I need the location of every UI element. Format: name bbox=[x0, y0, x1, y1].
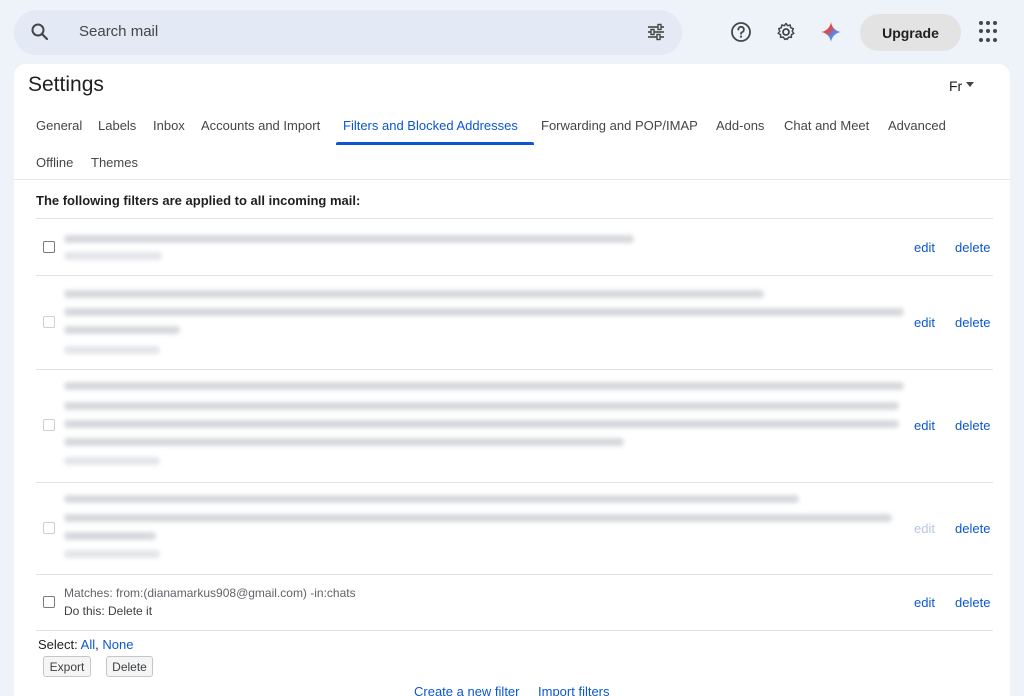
blurred-filter-criteria bbox=[64, 326, 180, 334]
tab-forwarding-and-pop-imap[interactable]: Forwarding and POP/IMAP bbox=[541, 118, 698, 133]
row-divider bbox=[36, 369, 993, 370]
filter-checkbox[interactable] bbox=[43, 316, 55, 328]
filter-edit-link[interactable]: edit bbox=[914, 315, 935, 330]
filter-criteria: Matches: from:(dianamarkus908@gmail.com)… bbox=[64, 586, 356, 600]
help-icon[interactable] bbox=[727, 18, 755, 46]
blurred-filter-criteria bbox=[64, 290, 764, 298]
filter-delete-link[interactable]: delete bbox=[955, 418, 990, 433]
tab-themes[interactable]: Themes bbox=[91, 155, 138, 170]
blurred-filter-criteria bbox=[64, 382, 904, 390]
search-bar[interactable]: Search mail bbox=[14, 10, 682, 55]
language-selector[interactable]: Fr bbox=[949, 78, 975, 94]
blurred-filter-action bbox=[64, 457, 160, 465]
search-input[interactable]: Search mail bbox=[79, 23, 158, 40]
filter-checkbox[interactable] bbox=[43, 419, 55, 431]
filter-delete-link[interactable]: delete bbox=[955, 521, 990, 536]
import-filters-link[interactable]: Import filters bbox=[538, 684, 610, 696]
blurred-filter-criteria bbox=[64, 438, 624, 446]
filter-checkbox[interactable] bbox=[43, 522, 55, 534]
apps-grid-icon[interactable] bbox=[979, 21, 1001, 43]
language-label: Fr bbox=[949, 78, 963, 94]
blurred-filter-criteria bbox=[64, 532, 156, 540]
row-divider bbox=[36, 482, 993, 483]
blurred-filter-criteria bbox=[64, 235, 634, 243]
tab-inbox[interactable]: Inbox bbox=[153, 118, 185, 133]
filter-checkbox[interactable] bbox=[43, 241, 55, 253]
gear-icon[interactable] bbox=[772, 18, 800, 46]
tab-general[interactable]: General bbox=[36, 118, 82, 133]
filter-action: Do this: Delete it bbox=[64, 604, 153, 618]
row-divider bbox=[36, 574, 993, 575]
blurred-filter-criteria bbox=[64, 495, 799, 503]
caret-down-icon bbox=[966, 81, 975, 87]
row-divider bbox=[36, 630, 993, 631]
export-button[interactable]: Export bbox=[43, 656, 91, 677]
filter-edit-link[interactable]: edit bbox=[914, 418, 935, 433]
row-divider bbox=[36, 275, 993, 276]
filter-delete-link[interactable]: delete bbox=[955, 240, 990, 255]
blurred-filter-action bbox=[64, 252, 162, 260]
select-label: Select: bbox=[38, 637, 78, 652]
delete-button[interactable]: Delete bbox=[106, 656, 153, 677]
blurred-filter-action bbox=[64, 550, 160, 558]
tab-add-ons[interactable]: Add-ons bbox=[716, 118, 764, 133]
filter-edit-link[interactable]: edit bbox=[914, 240, 935, 255]
tab-advanced[interactable]: Advanced bbox=[888, 118, 946, 133]
filter-edit-link[interactable]: edit bbox=[914, 521, 935, 536]
blurred-filter-criteria bbox=[64, 308, 904, 316]
tabs-divider bbox=[14, 179, 1010, 180]
blurred-filter-criteria bbox=[64, 402, 899, 410]
page-title: Settings bbox=[28, 73, 104, 96]
filter-edit-link[interactable]: edit bbox=[914, 595, 935, 610]
tab-chat-and-meet[interactable]: Chat and Meet bbox=[784, 118, 869, 133]
filter-checkbox[interactable] bbox=[43, 596, 55, 608]
blurred-filter-action bbox=[64, 346, 160, 354]
gemini-sparkle-icon[interactable] bbox=[817, 18, 845, 46]
search-options-icon[interactable] bbox=[646, 22, 666, 47]
tab-labels[interactable]: Labels bbox=[98, 118, 136, 133]
tab-filters-and-blocked-addresses[interactable]: Filters and Blocked Addresses bbox=[343, 118, 518, 133]
blurred-filter-criteria bbox=[64, 514, 892, 522]
settings-panel: Settings Fr General Labels Inbox Account… bbox=[14, 64, 1010, 696]
tab-offline[interactable]: Offline bbox=[36, 155, 73, 170]
filters-heading: The following filters are applied to all… bbox=[36, 193, 361, 208]
search-icon[interactable] bbox=[30, 22, 50, 47]
tab-accounts-and-import[interactable]: Accounts and Import bbox=[201, 118, 320, 133]
upgrade-button[interactable]: Upgrade bbox=[860, 14, 961, 51]
select-none-link[interactable]: None bbox=[102, 637, 133, 652]
filter-delete-link[interactable]: delete bbox=[955, 315, 990, 330]
blurred-filter-criteria bbox=[64, 420, 899, 428]
row-divider bbox=[36, 218, 993, 219]
active-tab-indicator bbox=[336, 142, 534, 145]
select-controls: Select: All, None bbox=[38, 637, 134, 652]
filter-delete-link[interactable]: delete bbox=[955, 595, 990, 610]
create-new-filter-link[interactable]: Create a new filter bbox=[414, 684, 520, 696]
select-all-link[interactable]: All bbox=[81, 637, 95, 652]
